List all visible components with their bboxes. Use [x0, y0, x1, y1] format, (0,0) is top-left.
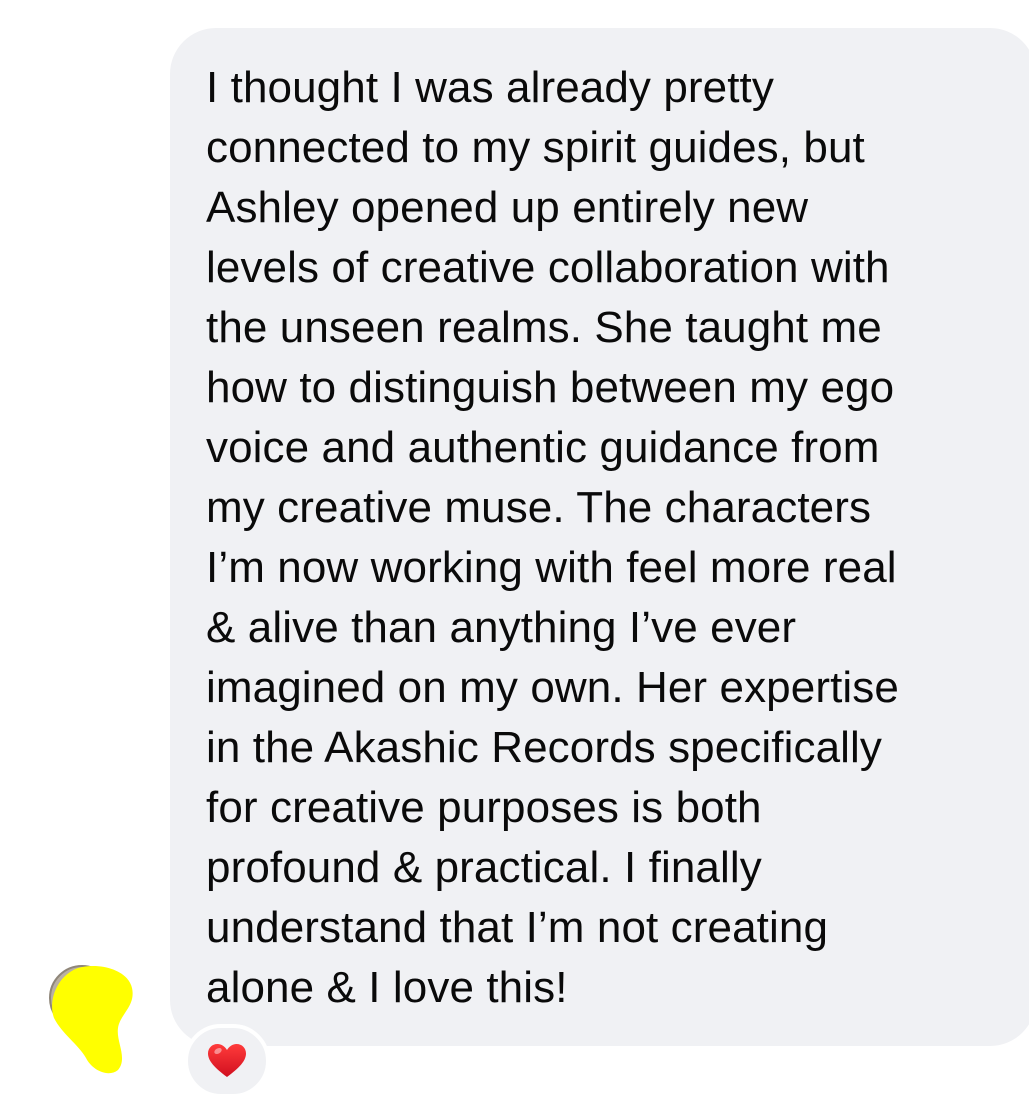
message-line: for creative purposes is both: [206, 783, 762, 832]
message-line: the unseen realms. She taught me: [206, 303, 882, 352]
avatar-image: [49, 965, 133, 1074]
message-line: how to distinguish between my ego: [206, 363, 895, 412]
message-line: I thought I was already pretty: [206, 63, 774, 112]
message-line: understand that I’m not creating: [206, 903, 829, 952]
message-line: in the Akashic Records specifically: [206, 723, 883, 772]
message-row: I thought I was already pretty connected…: [0, 0, 1029, 1113]
message-line: & alive than anything I’ve ever: [206, 603, 797, 652]
heart-icon: [208, 1044, 246, 1077]
message-line: connected to my spirit guides, but: [206, 123, 865, 172]
message-line: profound & practical. I finally: [206, 843, 762, 892]
message-line: imagined on my own. Her expertise: [206, 663, 899, 712]
message-line: my creative muse. The characters: [206, 483, 872, 532]
message-text: I thought I was already pretty connected…: [206, 58, 1006, 1018]
sender-avatar[interactable]: [48, 962, 134, 1074]
reaction-badge[interactable]: [184, 1024, 270, 1098]
message-line: alone & I love this!: [206, 963, 568, 1012]
avatar-cover-scribble: [52, 966, 133, 1074]
message-line: voice and authentic guidance from: [206, 423, 880, 472]
message-line: levels of creative collaboration with: [206, 243, 890, 292]
message-line: I’m now working with feel more real: [206, 543, 897, 592]
message-line: Ashley opened up entirely new: [206, 183, 809, 232]
